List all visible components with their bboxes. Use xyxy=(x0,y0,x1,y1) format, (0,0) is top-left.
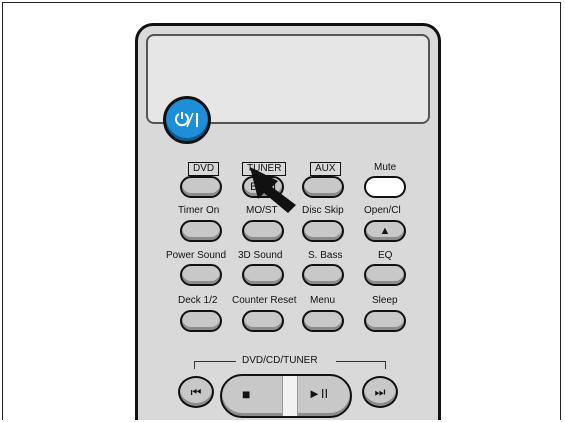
dvd-label: DVD xyxy=(188,162,220,176)
3d-sound-label: 3D Sound xyxy=(238,250,283,261)
next-button[interactable]: ⏭ xyxy=(362,376,398,408)
dvd-button[interactable] xyxy=(180,176,222,198)
power-sound-button[interactable] xyxy=(180,264,222,286)
disc-skip-label: Disc Skip xyxy=(302,205,344,216)
disc-skip-button[interactable] xyxy=(302,220,344,242)
sleep-label: Sleep xyxy=(372,295,398,306)
power-icon xyxy=(175,112,198,128)
stop-icon: ■ xyxy=(242,386,251,402)
menu-button[interactable] xyxy=(302,310,344,332)
timer-on-label: Timer On xyxy=(178,205,220,216)
timer-on-button[interactable] xyxy=(180,220,222,242)
section-line-left xyxy=(194,361,236,362)
3d-sound-button[interactable] xyxy=(242,264,284,286)
figure-frame: DVD TUNER Band AUX Mute Timer On MO/ST D… xyxy=(2,2,561,420)
open-close-button[interactable]: ▲ xyxy=(364,220,406,242)
menu-label: Menu xyxy=(310,295,336,306)
sleep-button[interactable] xyxy=(364,310,406,332)
s-bass-label: S. Bass xyxy=(308,250,343,261)
mo-st-button[interactable] xyxy=(242,220,284,242)
eq-button[interactable] xyxy=(364,264,406,286)
deck-button[interactable] xyxy=(180,310,222,332)
counter-reset-label: Counter Reset xyxy=(232,295,297,306)
power-sound-label: Power Sound xyxy=(166,250,227,261)
aux-button[interactable] xyxy=(302,176,344,198)
eq-label: EQ xyxy=(378,250,393,261)
power-button[interactable] xyxy=(163,96,211,144)
section-tick-left xyxy=(194,361,195,369)
deck-label: Deck 1/2 xyxy=(178,295,218,306)
pointer-arrow-icon xyxy=(250,167,296,213)
previous-icon: ⏮ xyxy=(190,384,202,399)
section-line-right xyxy=(336,361,386,362)
aux-label: AUX xyxy=(310,162,341,176)
next-icon: ⏭ xyxy=(374,384,386,399)
s-bass-button[interactable] xyxy=(302,264,344,286)
dvd-cd-tuner-label: DVD/CD/TUNER xyxy=(242,355,318,366)
stop-play-button[interactable]: ■ ►II xyxy=(220,374,352,418)
mute-label: Mute xyxy=(374,162,397,173)
open-close-label: Open/Cl xyxy=(364,205,401,216)
mute-button[interactable] xyxy=(364,176,406,198)
play-pause-icon: ►II xyxy=(308,386,329,401)
transport-divider xyxy=(282,376,298,416)
previous-button[interactable]: ⏮ xyxy=(178,376,214,408)
counter-reset-button[interactable] xyxy=(242,310,284,332)
section-tick-right xyxy=(385,361,386,369)
